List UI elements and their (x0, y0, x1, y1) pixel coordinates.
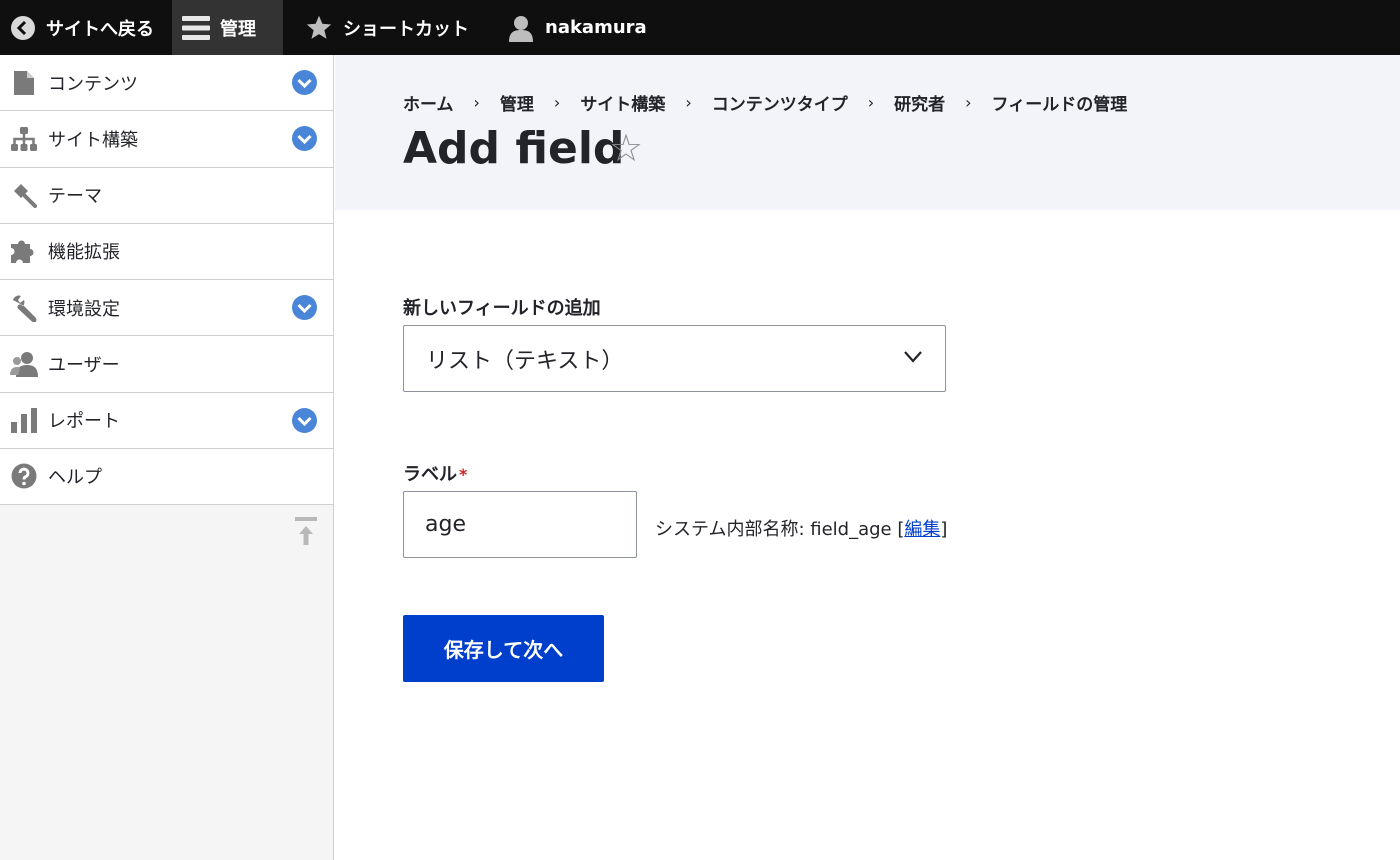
people-icon (9, 349, 39, 379)
sidebar-item-content[interactable]: コンテンツ (0, 55, 333, 112)
label-input[interactable] (403, 491, 637, 558)
wrench-icon (9, 293, 39, 323)
manage-tab[interactable]: 管理 (172, 0, 283, 55)
breadcrumb-separator: › (685, 93, 692, 112)
shortcuts-tab[interactable]: ショートカット (283, 0, 483, 55)
new-field-label: 新しいフィールドの追加 (403, 298, 601, 319)
chevron-down-icon[interactable] (292, 70, 317, 96)
chevron-down-icon (904, 351, 922, 363)
sidebar-item-label: ユーザー (48, 354, 120, 376)
breadcrumb-home[interactable]: ホーム (403, 90, 454, 115)
sidebar-item-extend[interactable]: 機能拡張 (0, 224, 333, 280)
breadcrumb-structure[interactable]: サイト構築 (580, 90, 665, 115)
document-icon (9, 68, 39, 98)
breadcrumb-separator: › (867, 93, 875, 112)
sidebar-item-reports[interactable]: レポート (0, 393, 333, 449)
chevron-left-circle-icon (10, 15, 36, 41)
add-shortcut-star-icon[interactable]: ☆ (609, 129, 643, 167)
collapse-sidebar-icon[interactable] (295, 517, 317, 547)
label-field-label: ラベル * (403, 460, 467, 486)
page-title: Add field (403, 123, 625, 174)
hamburger-icon (182, 15, 210, 41)
shortcuts-tab-label: ショートカット (343, 18, 469, 40)
sidebar-item-appearance[interactable]: テーマ (0, 168, 333, 224)
sidebar-item-label: ヘルプ (48, 467, 102, 489)
machine-name: システム内部名称: field_age [編集] (655, 515, 947, 541)
sidebar-item-label: テーマ (48, 186, 102, 208)
user-icon (507, 14, 535, 42)
star-icon (305, 14, 333, 41)
chevron-down-icon[interactable] (292, 126, 317, 152)
admin-toolbar: サイトへ戻る 管理 ショートカット nakamura (0, 0, 1400, 55)
required-marker: * (459, 465, 468, 484)
machine-name-edit-link[interactable]: 編集 (904, 519, 940, 540)
sidebar-item-label: 環境設定 (48, 298, 120, 320)
user-tab[interactable]: nakamura (483, 0, 659, 55)
help-icon (9, 461, 39, 491)
bar-chart-icon (9, 405, 39, 435)
chevron-down-icon[interactable] (292, 295, 317, 321)
sitemap-icon (9, 124, 39, 154)
breadcrumb-content-types[interactable]: コンテンツタイプ (712, 90, 848, 115)
label-field-label-text: ラベル (403, 464, 457, 485)
chevron-down-icon[interactable] (292, 407, 317, 433)
save-and-continue-button[interactable]: 保存して次へ (403, 615, 604, 682)
breadcrumb-separator: › (553, 93, 561, 112)
sidebar-menu: コンテンツ サイト構築 テーマ 機能拡張 環境設定 ユーザー レポート ヘルプ (0, 55, 333, 505)
sidebar-item-configuration[interactable]: 環境設定 (0, 280, 333, 337)
breadcrumb: ホーム › 管理 › サイト構築 › コンテンツタイプ › 研究者 › フィール… (403, 90, 1127, 115)
field-type-select[interactable]: リスト（テキスト） (403, 325, 946, 392)
machine-name-prefix: システム内部名称: field_age [ (655, 519, 905, 540)
user-tab-label: nakamura (545, 17, 647, 38)
sidebar-item-label: 機能拡張 (48, 242, 120, 264)
puzzle-icon (9, 236, 39, 266)
breadcrumb-manage-fields[interactable]: フィールドの管理 (992, 90, 1128, 115)
field-type-selected-value: リスト（テキスト） (426, 348, 624, 374)
sidebar-item-help[interactable]: ヘルプ (0, 449, 333, 505)
sidebar-item-structure[interactable]: サイト構築 (0, 111, 333, 168)
page-header: ホーム › 管理 › サイト構築 › コンテンツタイプ › 研究者 › フィール… (335, 55, 1400, 210)
breadcrumb-researcher[interactable]: 研究者 (894, 90, 945, 115)
breadcrumb-separator: › (473, 93, 480, 112)
sidebar-item-people[interactable]: ユーザー (0, 336, 333, 393)
back-to-site-link[interactable]: サイトへ戻る (0, 0, 172, 55)
breadcrumb-separator: › (965, 93, 972, 112)
sidebar-item-label: サイト構築 (48, 129, 138, 151)
machine-name-suffix: ] (940, 519, 948, 540)
breadcrumb-admin[interactable]: 管理 (500, 90, 534, 115)
back-to-site-label: サイトへ戻る (46, 18, 154, 40)
admin-sidebar: コンテンツ サイト構築 テーマ 機能拡張 環境設定 ユーザー レポート ヘルプ (0, 55, 334, 860)
sidebar-item-label: レポート (48, 411, 120, 433)
paintbrush-icon (9, 180, 39, 210)
manage-tab-label: 管理 (220, 18, 256, 40)
sidebar-item-label: コンテンツ (48, 73, 138, 95)
